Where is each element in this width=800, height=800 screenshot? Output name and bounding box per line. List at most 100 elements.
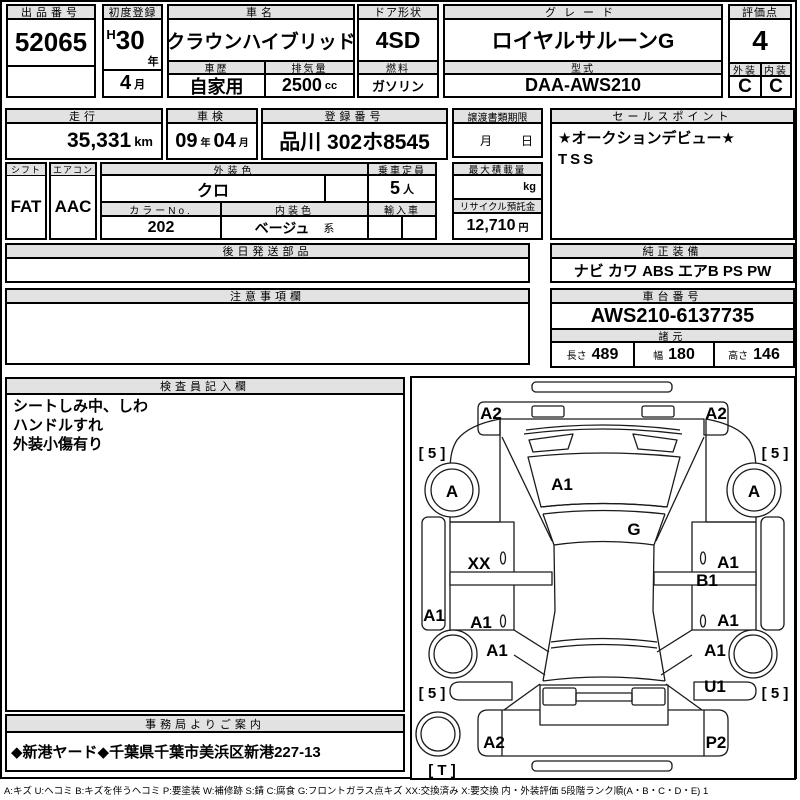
tread-label-front-left: [ 5 ] — [419, 445, 446, 462]
max-load-box: 最大積載量 kg リサイクル預託金 12,710 円 — [452, 162, 543, 240]
exterior-color-value: クロ — [102, 176, 324, 203]
displacement-number: 2500 — [281, 75, 322, 95]
transfer-month-label: 月 — [480, 133, 493, 148]
damage-label-fender-right: A1 — [717, 553, 739, 572]
spare-tire — [415, 711, 461, 757]
oem-equipment-box: 純正装備 ナビ カワ ABS エアB PS PW — [550, 243, 795, 283]
grade-value: ロイヤルサルーンG — [445, 20, 721, 62]
door-shape-header: ドア形状 — [359, 6, 437, 20]
damage-label-fender-left: XX — [468, 554, 491, 573]
interior-color-name: ベージュ — [254, 219, 310, 236]
displacement-value: 2500 cc — [264, 75, 353, 96]
lot-number-header: 出品番号 — [8, 6, 94, 20]
colors-box: 外装色 乗車定員 クロ 5人 カラーNo. 内装色 輸入車 202 ベージュ系 — [100, 162, 437, 240]
max-load-header: 最大積載量 — [454, 164, 541, 176]
sales-point-box: セールスポイント ★オークションデビュー★ TSS — [550, 108, 795, 240]
reg-month: 4 — [119, 72, 132, 94]
damage-label-rear-bumper-right: P2 — [706, 733, 727, 752]
front-panel-inner-right — [641, 405, 675, 418]
specs-header: 諸元 — [552, 330, 793, 343]
damage-label-pillar-right: B1 — [696, 571, 718, 590]
score-value: 4 — [730, 20, 790, 64]
inspector-note-line: ハンドルすれ — [13, 417, 104, 434]
damage-label-quarter-left: A1 — [486, 641, 508, 660]
sales-point-content: ★オークションデビュー★ TSS — [552, 124, 793, 174]
quarter-band-left — [449, 681, 513, 701]
door-handle-right-rear — [699, 614, 707, 628]
interior-color-suffix: 系 — [323, 222, 335, 235]
front-bumper-bar — [531, 381, 673, 393]
import-car-header: 輸入車 — [367, 203, 435, 217]
windshield-panel — [542, 513, 666, 546]
capacity-value: 5人 — [367, 176, 435, 203]
chassis-value: AWS210-6137735 — [552, 304, 793, 330]
mileage-number: 35,331 — [66, 129, 132, 152]
color-no-value: 202 — [147, 218, 175, 236]
door-handle-left-front — [499, 551, 507, 565]
car-damage-diagram: A2 A2 [ 5 ] [ 5 ] A A A1 G XX A1 B1 A1 A… — [415, 381, 789, 778]
grade-header: グレード — [445, 6, 721, 20]
apillar-fold-right — [655, 436, 705, 542]
mileage-header: 走行 — [7, 110, 161, 124]
height-label: 高さ — [728, 351, 749, 362]
lot-number-value: 52065 — [8, 20, 94, 67]
inspection-box: 車検 09 年 04 月 — [166, 108, 258, 160]
recycle-deposit-header: リサイクル預託金 — [454, 200, 541, 214]
exterior-score-value: C — [738, 75, 752, 97]
length-value: 489 — [591, 345, 619, 363]
damage-label-front-bumper-right: A2 — [705, 404, 727, 423]
damage-diagram-box: A2 A2 [ 5 ] [ 5 ] A A A1 G XX A1 B1 A1 A… — [410, 376, 796, 780]
chassis-box: 車台番号 AWS210-6137735 諸元 長さ 489 幅 180 高さ 146 — [550, 288, 795, 368]
molding-band-left — [449, 571, 553, 586]
shift-header: シフト — [7, 164, 45, 176]
tread-label-front-right: [ 5 ] — [762, 445, 789, 462]
displacement-unit: cc — [324, 79, 338, 92]
rear-window-panel — [542, 610, 666, 682]
sales-point-line: TSS — [558, 151, 597, 168]
door-shape-box: ドア形状 4SD 燃料 ガソリン — [357, 4, 439, 98]
shift-value: FAT — [10, 197, 42, 216]
auction-sheet: 出品番号 52065 初度登録 H 30 年 4月 車名 クラウンハイブリッド 車歴… — [0, 0, 800, 800]
interior-score-value: C — [760, 76, 790, 97]
inspection-header: 車検 — [168, 110, 256, 124]
oem-equipment-header: 純正装備 — [552, 245, 793, 259]
cowl-band — [540, 502, 668, 515]
inspection-month: 04 — [213, 129, 236, 152]
door-handle-right-front — [699, 551, 707, 565]
first-registration-month: 4月 — [104, 71, 161, 96]
aircon-value: AAC — [54, 197, 92, 216]
damage-label-rear-bumper-left: A2 — [483, 733, 505, 752]
lot-number-box: 出品番号 52065 — [6, 4, 96, 98]
grade-box: グレード ロイヤルサルーンG 型式 DAA-AWS210 — [443, 4, 723, 98]
yen-unit: 円 — [518, 222, 529, 234]
transfer-deadline-header: 譲渡書類期限 — [454, 110, 541, 124]
score-box: 評価点 4 外装 内装 C C — [728, 4, 792, 98]
damage-label-hood: A1 — [551, 475, 573, 494]
cautions-box: 注意事項欄 — [5, 288, 530, 365]
lot-number-empty-cell — [8, 67, 94, 94]
sales-point-line: ★オークションデビュー★ — [558, 130, 735, 147]
recycle-deposit-value: 12,710 円 — [454, 214, 541, 238]
capacity-number: 5 — [389, 178, 400, 198]
office-notice-value: ◆新港ヤード◆千葉県千葉市美浜区新港227-13 — [11, 744, 321, 761]
registration-number-value: 品川 302ホ8545 — [279, 131, 430, 154]
cautions-header: 注意事項欄 — [7, 290, 528, 304]
damage-code-legend: A:キズ U:ヘコミ B:キズを伴うヘコミ P:要塗装 W:補修跡 S:錆 C:… — [4, 786, 709, 797]
mileage-value: 35,331 km — [7, 124, 161, 158]
width-cell: 幅 180 — [633, 343, 713, 366]
width-label: 幅 — [653, 351, 664, 362]
length-label: 長さ — [566, 351, 587, 362]
registration-number-box: 登録番号 品川 302ホ8545 — [261, 108, 448, 160]
cautions-empty — [7, 304, 528, 363]
fuel-header: 燃料 — [359, 62, 437, 75]
door-handle-left-rear — [499, 614, 507, 628]
mileage-box: 走行 35,331 km — [5, 108, 163, 160]
rear-bumper-bar — [531, 760, 673, 772]
model-code-header: 型式 — [445, 62, 721, 75]
damage-label-rocker-left: A1 — [423, 606, 445, 625]
front-panel-inner-left — [531, 405, 565, 418]
aircon-box: エアコン AAC — [49, 162, 97, 240]
inspector-note-line: シートしみ中、しわ — [13, 398, 149, 415]
exterior-color-empty-cell — [324, 176, 367, 203]
transfer-deadline-box: 譲渡書類期限 月 日 — [452, 108, 543, 158]
